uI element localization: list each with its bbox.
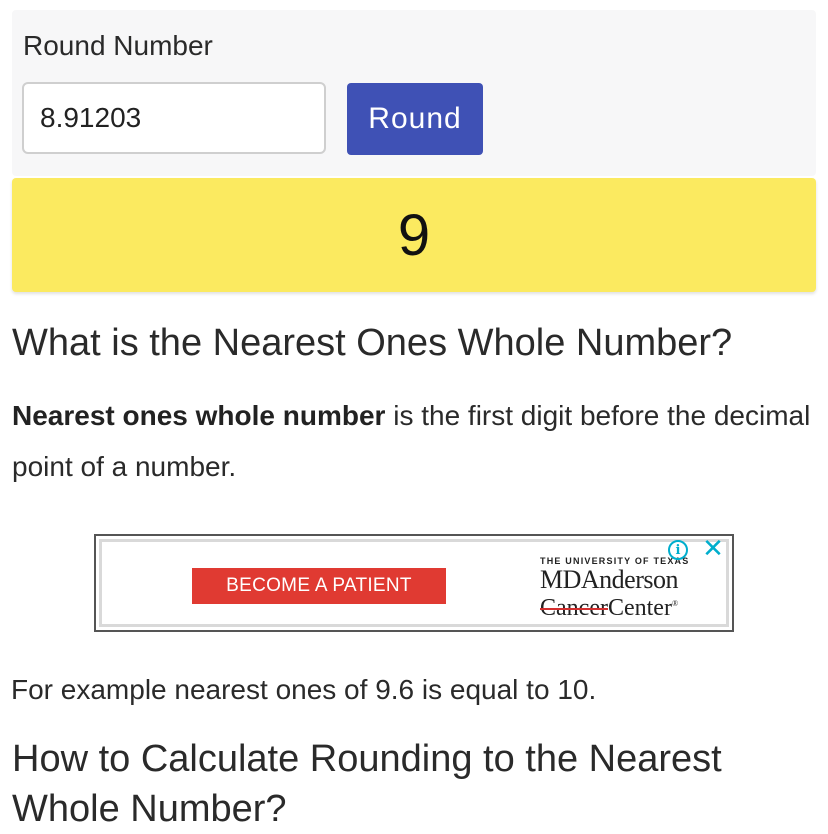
close-icon[interactable]: ✕ <box>700 534 726 564</box>
section-heading-how-to-calculate: How to Calculate Rounding to the Nearest… <box>12 738 722 830</box>
ad-become-patient-button[interactable]: BECOME A PATIENT <box>192 568 446 604</box>
ad-brand-center: Center <box>607 595 672 621</box>
definition-paragraph: Nearest ones whole number is the first d… <box>12 390 818 492</box>
section-heading-nearest-ones: What is the Nearest Ones Whole Number? <box>12 322 733 364</box>
example-text: For example nearest ones of 9.6 is equal… <box>11 674 597 705</box>
form-label: Round Number <box>23 30 213 61</box>
definition-term: Nearest ones whole number <box>12 400 386 431</box>
ad-trademark: ® <box>671 599 679 608</box>
advertisement-banner[interactable]: BECOME A PATIENT THE UNIVERSITY OF TEXAS… <box>94 534 734 632</box>
info-icon[interactable]: i <box>668 540 688 560</box>
round-form-panel: Round Number Round <box>12 10 816 176</box>
ad-frame: BECOME A PATIENT THE UNIVERSITY OF TEXAS… <box>99 539 729 627</box>
ad-brand-cancer: Cancer <box>540 595 608 621</box>
number-input[interactable] <box>22 82 326 154</box>
round-button[interactable]: Round <box>347 83 483 155</box>
result-value: 9 <box>397 202 431 268</box>
ad-brand-name: MDAnderson <box>540 565 679 594</box>
result-box: 9 <box>12 178 816 292</box>
ad-brand-line2: CancerCenter® <box>540 592 678 620</box>
